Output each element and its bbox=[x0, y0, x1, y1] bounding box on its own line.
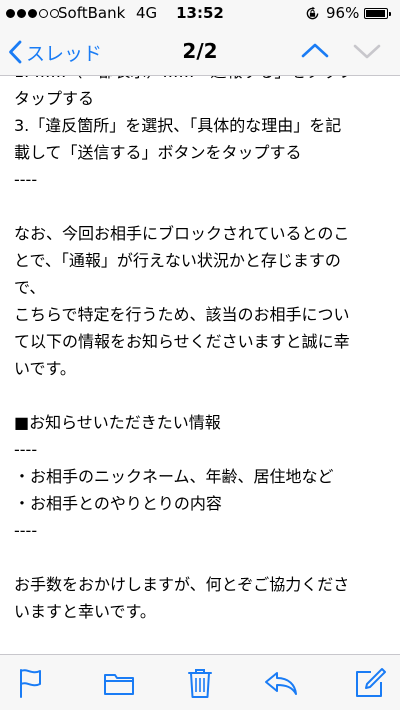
flag-icon[interactable] bbox=[18, 667, 44, 699]
chevron-down-icon[interactable] bbox=[352, 40, 382, 62]
message-body-viewport[interactable]: 1. ……（一部表示）……「通報する」をタップタップする 3.「違反箇所」を選択、… bbox=[0, 76, 400, 654]
message-line: こちらで特定を行うため、該当のお相手につい bbox=[14, 305, 350, 324]
battery-level bbox=[366, 10, 386, 17]
message-line: とで、「通報」が行えない状況かと存じますの bbox=[14, 251, 341, 270]
message-line bbox=[14, 193, 390, 220]
status-bar: SoftBank 4G 13:52 96% bbox=[0, 0, 400, 28]
message-line: ・お相手とのやりとりの内容 bbox=[14, 494, 222, 513]
battery-icon bbox=[364, 8, 391, 19]
page-title: 2/2 bbox=[182, 39, 218, 63]
message-line: 3.「違反箇所」を選択、「具体的な理由」を記 bbox=[14, 116, 342, 135]
message-body: 1. ……（一部表示）……「通報する」をタップタップする 3.「違反箇所」を選択、… bbox=[14, 76, 390, 625]
folder-icon[interactable] bbox=[103, 667, 135, 699]
message-line: 載して「送信する」ボタンをタップする bbox=[14, 143, 302, 162]
message-line: いです。 bbox=[14, 359, 76, 378]
message-line: で、 bbox=[14, 278, 46, 297]
battery-percent: 96% bbox=[326, 4, 360, 22]
message-line: なお、今回お相手にブロックされているとのこ bbox=[14, 224, 350, 243]
message-line: ・お相手のニックネーム、年齢、居住地など bbox=[14, 467, 334, 486]
message-line bbox=[14, 382, 390, 409]
chevron-up-icon[interactable] bbox=[300, 40, 330, 62]
message-line bbox=[14, 544, 390, 571]
message-line: ■お知らせいただきたい情報 bbox=[14, 413, 221, 432]
message-line: ---- bbox=[14, 440, 38, 459]
message-line: ---- bbox=[14, 521, 38, 540]
compose-icon[interactable] bbox=[354, 667, 386, 699]
reply-icon[interactable] bbox=[264, 667, 298, 699]
message-line: お手数をおかけしますが、何とぞご協力くださ bbox=[14, 575, 350, 594]
trash-icon[interactable] bbox=[186, 667, 214, 699]
message-line: て以下の情報をお知らせくださいますと誠に幸 bbox=[14, 332, 350, 351]
message-line: 1. ……（一部表示）……「通報する」をタップ bbox=[14, 76, 390, 85]
navigation-bar: スレッド 2/2 bbox=[0, 28, 400, 76]
rotation-lock-icon bbox=[306, 6, 319, 20]
bottom-toolbar bbox=[0, 654, 400, 710]
message-line: ---- bbox=[14, 170, 38, 189]
message-line: タップする bbox=[14, 89, 95, 108]
message-line: いますと幸いです。 bbox=[14, 602, 156, 621]
